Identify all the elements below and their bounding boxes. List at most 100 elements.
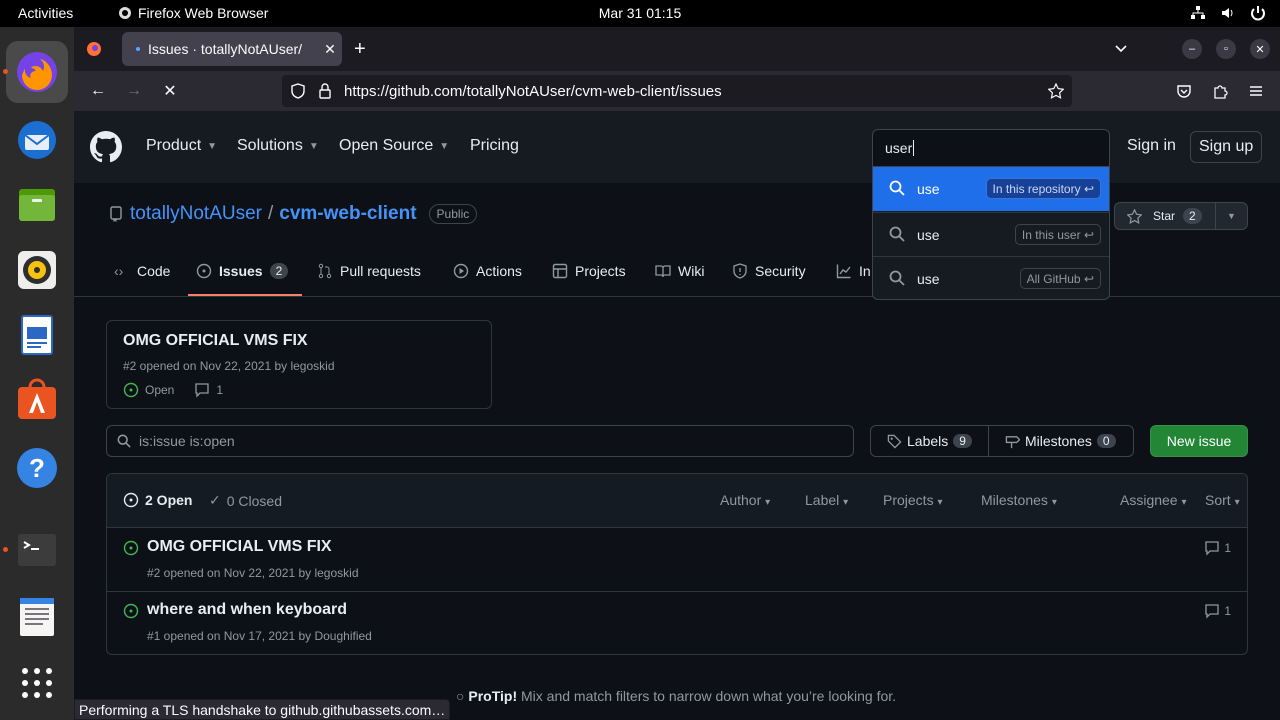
dock-writer[interactable] (14, 312, 60, 358)
author-filter[interactable]: Author ▾ (720, 492, 770, 508)
tab-pull-requests[interactable]: Pull requests (317, 263, 421, 279)
tab-projects[interactable]: Projects (552, 263, 626, 279)
tab-issues[interactable]: Issues 2 (196, 263, 289, 279)
dock-rhythmbox[interactable] (14, 247, 60, 293)
list-all-tabs-icon[interactable] (1114, 42, 1128, 56)
chevron-down-icon: ▼ (439, 140, 450, 152)
lock-icon[interactable] (318, 83, 332, 99)
show-apps-button[interactable] (14, 660, 60, 706)
repo-owner-link[interactable]: totallyNotAUser (130, 203, 262, 225)
browser-status-bar: Performing a TLS handshake to github.git… (74, 699, 451, 720)
issue-row[interactable]: OMG OFFICIAL VMS FIX #2 opened on Nov 22… (107, 529, 1247, 592)
issue-title[interactable]: OMG OFFICIAL VMS FIX (147, 538, 332, 556)
forward-button[interactable]: → (124, 81, 144, 101)
firefox-view-icon[interactable] (86, 41, 102, 57)
repo-name-link[interactable]: cvm-web-client (279, 203, 416, 225)
assignee-filter[interactable]: Assignee ▾ (1120, 492, 1187, 508)
firefox-small-icon (119, 7, 131, 19)
dock-firefox[interactable] (6, 41, 68, 103)
dock-help[interactable]: ? (14, 445, 60, 491)
label-filter-label: Label (805, 492, 840, 508)
issue-row[interactable]: where and when keyboard #1 opened on Nov… (107, 592, 1247, 654)
screen: Activities Firefox Web Browser Mar 31 01… (0, 0, 1280, 720)
lightbulb-icon: ○ (456, 688, 465, 704)
issue-opened-icon (123, 382, 139, 398)
tab-wiki[interactable]: Wiki (655, 263, 704, 279)
dock-software[interactable] (14, 377, 60, 423)
shield-icon[interactable] (290, 83, 306, 99)
pinned-issue-comments: 1 (216, 383, 224, 397)
suggestion-text: use (917, 227, 940, 243)
milestones-filter-label: Milestones (981, 492, 1048, 508)
new-tab-button[interactable]: + (354, 39, 366, 59)
stop-loading-button[interactable]: ✕ (160, 81, 180, 101)
suggestion-scope-label: In this repository (992, 182, 1081, 196)
labels-button[interactable]: Labels 9 (871, 426, 988, 456)
sign-up-button[interactable]: Sign up (1190, 131, 1263, 163)
menu-hamburger-icon[interactable] (1248, 83, 1264, 99)
search-input[interactable]: user (872, 129, 1110, 167)
new-issue-button[interactable]: New issue (1150, 425, 1248, 457)
suggestion-all-github[interactable]: use All GitHub ↩ (873, 256, 1109, 299)
milestones-filter[interactable]: Milestones ▾ (981, 492, 1057, 508)
tab-close-icon[interactable]: ✕ (318, 41, 342, 58)
dock-terminal[interactable] (14, 527, 60, 573)
open-issues-filter[interactable]: 2 Open (123, 492, 192, 508)
tab-actions[interactable]: Actions (453, 263, 522, 279)
pinned-issue-card[interactable]: OMG OFFICIAL VMS FIX #2 opened on Nov 22… (106, 320, 492, 409)
url-bar[interactable]: https://github.com/totallyNotAUser/cvm-w… (282, 75, 1072, 107)
minimize-button[interactable]: – (1182, 39, 1202, 59)
tab-insights[interactable]: In (836, 263, 871, 279)
star-icon (1127, 209, 1142, 224)
pocket-icon[interactable] (1176, 83, 1192, 99)
app-menu[interactable]: Firefox Web Browser (118, 5, 268, 21)
labels-count: 9 (953, 434, 972, 448)
tab-projects-label: Projects (575, 263, 626, 279)
milestones-button[interactable]: Milestones 0 (987, 426, 1132, 456)
star-list-dropdown[interactable]: ▼ (1215, 203, 1247, 229)
extensions-icon[interactable] (1212, 83, 1228, 99)
system-tray[interactable] (1190, 5, 1266, 21)
issue-comments[interactable]: 1 (1204, 603, 1231, 619)
sign-in-link[interactable]: Sign in (1119, 131, 1184, 161)
firefox-icon (17, 52, 57, 92)
caret-down-icon: ▾ (937, 497, 943, 508)
comment-icon (1205, 604, 1219, 619)
nav-pricing[interactable]: Pricing (470, 137, 519, 155)
projects-filter[interactable]: Projects ▾ (883, 492, 943, 508)
activities-button[interactable]: Activities (18, 5, 73, 21)
nav-open-source-label: Open Source (339, 137, 434, 154)
sort-filter[interactable]: Sort ▾ (1205, 492, 1240, 508)
github-logo-icon[interactable] (90, 131, 122, 163)
dock-thunderbird[interactable] (14, 117, 60, 163)
back-button[interactable]: ← (88, 81, 108, 101)
author-filter-label: Author (720, 492, 762, 508)
tab-actions-label: Actions (476, 263, 522, 279)
dock-files[interactable] (14, 182, 60, 228)
tab-security[interactable]: Security (732, 263, 806, 279)
star-button[interactable]: Star 2 ▼ (1114, 202, 1248, 230)
label-filter[interactable]: Label ▾ (805, 492, 848, 508)
bookmark-star-icon[interactable] (1048, 83, 1064, 99)
suggestion-in-user[interactable]: use In this user ↩ (873, 212, 1109, 256)
tab-code[interactable]: ‹› Code (114, 263, 170, 279)
caret-down-icon: ▾ (765, 497, 771, 508)
nav-open-source[interactable]: Open Source ▼ (339, 137, 449, 155)
suggestion-scope-tag: In this user ↩ (1014, 224, 1101, 245)
window-controls: – ▫ ✕ (1182, 39, 1270, 59)
nav-solutions[interactable]: Solutions ▼ (237, 137, 319, 155)
pinned-issue-state-label: Open (145, 383, 175, 397)
issue-filter-input[interactable]: is:issue is:open (106, 425, 854, 457)
maximize-button[interactable]: ▫ (1216, 39, 1236, 59)
closed-issues-filter[interactable]: ✓ 0 Closed (209, 492, 282, 509)
pinned-issue-title[interactable]: OMG OFFICIAL VMS FIX (123, 332, 308, 350)
dock-text-editor[interactable] (14, 594, 60, 640)
graph-icon (836, 264, 851, 279)
browser-tab-issues[interactable]: Issues · totallyNotAUser/ ✕ (122, 32, 342, 66)
issue-title[interactable]: where and when keyboard (147, 601, 347, 619)
nav-solutions-label: Solutions (237, 137, 303, 154)
close-window-button[interactable]: ✕ (1250, 39, 1270, 59)
issue-comments[interactable]: 1 (1204, 540, 1231, 556)
nav-product[interactable]: Product ▼ (146, 137, 217, 155)
suggestion-in-repository[interactable]: use In this repository ↩ (873, 167, 1109, 211)
